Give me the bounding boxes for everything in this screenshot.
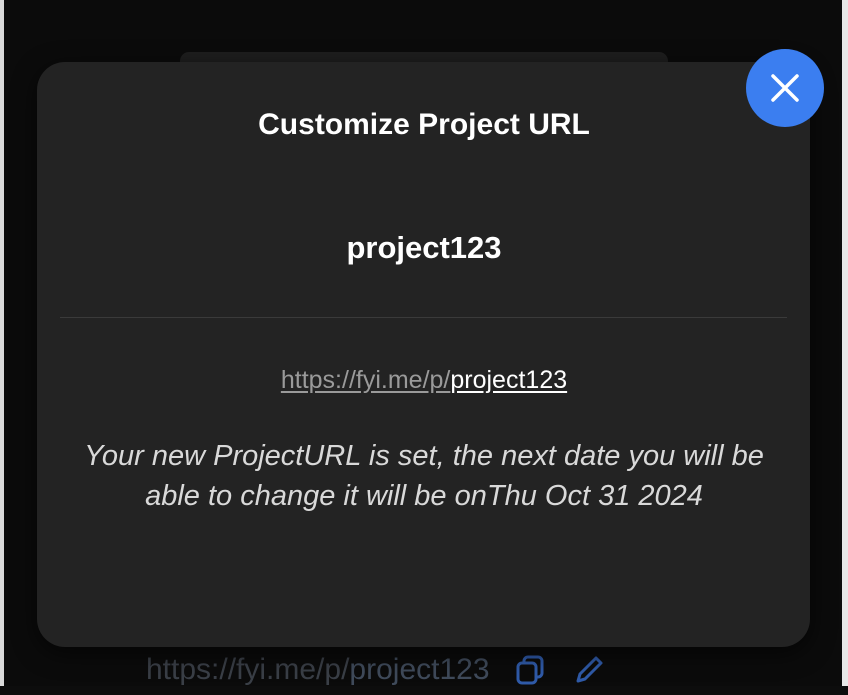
customize-url-modal — [37, 62, 810, 647]
url-slug: project123 — [450, 366, 568, 394]
edit-icon[interactable] — [572, 653, 606, 687]
url-prefix: https://fyi.me/p/ — [280, 366, 451, 394]
project-url-link[interactable]: https://fyi.me/p/project123 — [0, 366, 848, 395]
background-url-text[interactable]: https://fyi.me/p/project123 — [146, 653, 490, 687]
close-button[interactable] — [746, 49, 824, 127]
project-name: project123 — [346, 230, 502, 265]
background-url-row: https://fyi.me/p/project123 — [146, 650, 606, 690]
modal-title: Customize Project URL — [258, 108, 590, 141]
right-edge — [842, 0, 848, 686]
divider — [60, 317, 787, 318]
close-icon — [771, 74, 799, 102]
confirmation-message: Your new ProjectURL is set, the next dat… — [84, 440, 764, 512]
left-edge — [0, 0, 4, 686]
copy-icon[interactable] — [514, 653, 548, 687]
